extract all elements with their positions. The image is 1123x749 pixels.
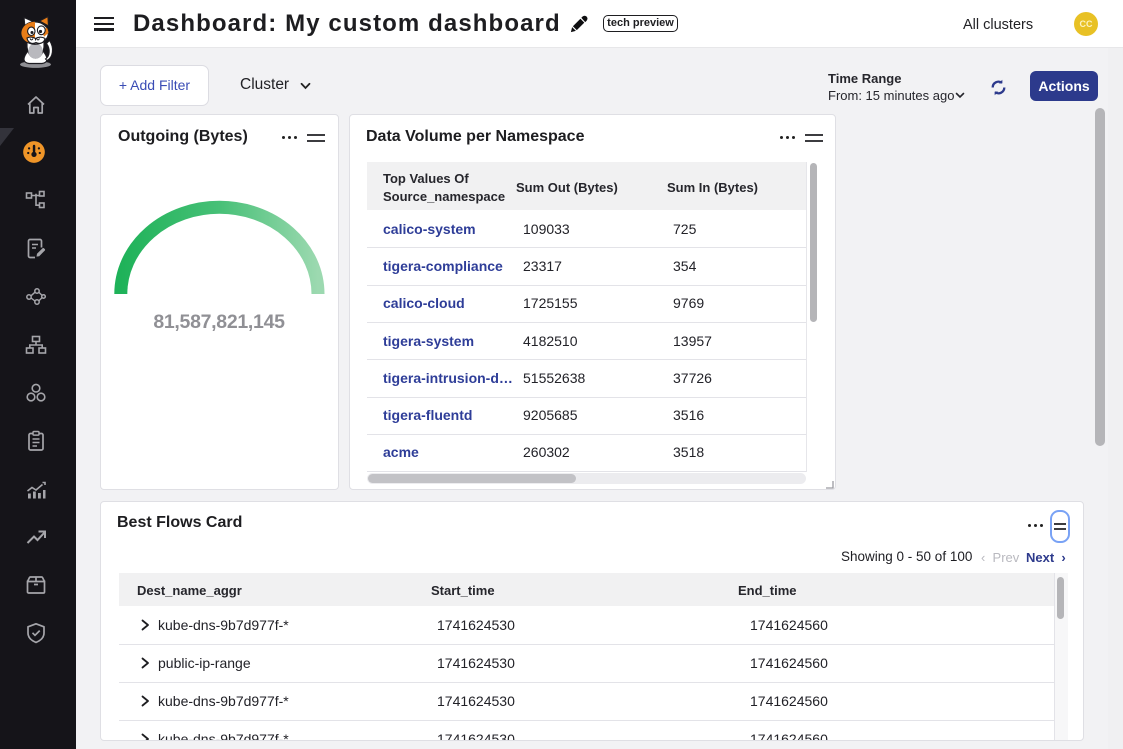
svg-text:81,587,821,145: 81,587,821,145: [153, 311, 285, 333]
